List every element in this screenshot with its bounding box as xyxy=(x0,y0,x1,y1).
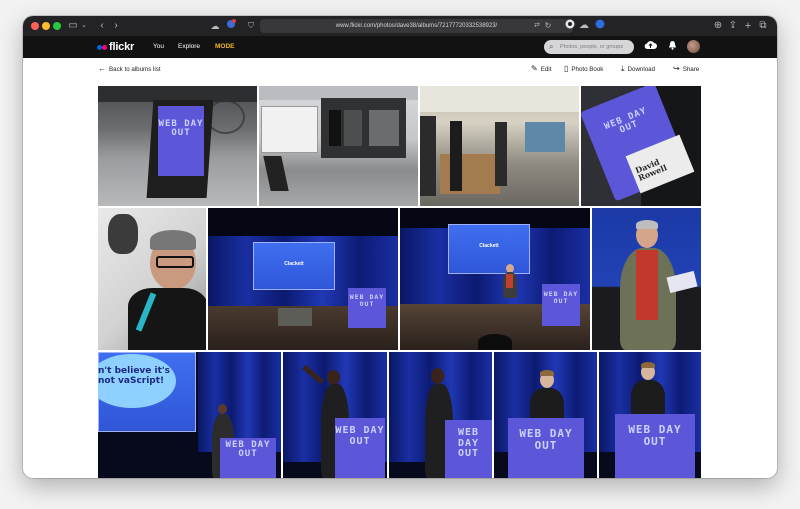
photo-stage-speaker[interactable]: Clackett WEB DAY OUT xyxy=(400,208,590,350)
search-placeholder: Photos, people, or groups xyxy=(560,44,623,50)
forward-arrow-icon[interactable]: › xyxy=(111,19,121,33)
edit-button[interactable]: ✎ Edit xyxy=(531,64,551,75)
reload-icon[interactable]: ↻ xyxy=(543,19,553,33)
extension-icon[interactable] xyxy=(225,19,237,33)
photo-shopfront[interactable] xyxy=(259,86,418,206)
share-arrow-icon: ↪ xyxy=(673,64,680,73)
browser-window: ▭ ⌄ ‹ › ☁ ⛉ www.flickr.com/photos/dave38… xyxy=(23,16,777,478)
back-arrow-icon[interactable]: ‹ xyxy=(97,19,107,33)
pencil-icon: ✎ xyxy=(531,64,538,73)
photo-street-sign[interactable]: WEB DAY OUT xyxy=(98,86,257,206)
sidebar-toggle-icon[interactable]: ▭ xyxy=(67,19,79,33)
download-label: Download xyxy=(627,66,656,73)
lectern-sign-text-2: WEB DAY OUT xyxy=(542,284,580,326)
browser-titlebar: ▭ ⌄ ‹ › ☁ ⛉ www.flickr.com/photos/dave38… xyxy=(23,16,777,36)
nav-link-mode[interactable]: MODE xyxy=(215,41,235,53)
share-sheet-icon[interactable]: ⇪ xyxy=(728,19,738,33)
slide-title: Clackett xyxy=(284,261,304,267)
edit-label: Edit xyxy=(540,66,552,73)
close-window-button[interactable] xyxy=(31,22,39,30)
album-toolbar: ← Back to albums list ✎ Edit ▯ Photo Book ⤓… xyxy=(23,58,777,80)
photo-speaker-lectern[interactable]: WEB DAY OUT xyxy=(494,352,597,478)
nav-link-you[interactable]: You xyxy=(153,41,164,53)
logo-pink-dot xyxy=(102,45,107,50)
notifications-bell-icon[interactable] xyxy=(665,40,679,54)
photo-stage-wide[interactable]: Clackett WEB DAY OUT xyxy=(208,208,398,350)
downloads-icon[interactable]: ⊕ xyxy=(713,19,723,33)
nav-link-explore[interactable]: Explore xyxy=(178,41,200,53)
user-avatar[interactable] xyxy=(687,40,700,53)
logo-text: flickr xyxy=(109,41,135,53)
stage-screen: Clackett xyxy=(253,242,335,290)
lectern-sign-text-5: WEB DAY OUT xyxy=(445,420,492,478)
address-bar[interactable]: www.flickr.com/photos/dave38/albums/7217… xyxy=(260,19,573,33)
extension-badge-icon[interactable] xyxy=(564,19,576,33)
download-button[interactable]: ⤓ Download xyxy=(621,64,655,75)
stage-screen-2: Clackett xyxy=(448,224,530,274)
photo-speaker-gesture[interactable]: WEB DAY OUT xyxy=(283,352,387,478)
lectern-sign-text-4: WEB DAY OUT xyxy=(335,418,385,478)
photo-reception-desk[interactable] xyxy=(420,86,579,206)
translate-icon[interactable]: ⇄ xyxy=(532,19,542,33)
privacy-shield-icon[interactable]: ⛉ xyxy=(246,19,256,33)
photo-book-label: Photo Book xyxy=(571,66,604,73)
photo-speaker-lectern-2[interactable]: WEB DAY OUT xyxy=(599,352,701,478)
back-to-albums-link[interactable]: ← Back to albums list xyxy=(98,64,161,75)
password-icon[interactable] xyxy=(594,19,606,33)
photo-selfie[interactable] xyxy=(98,208,206,350)
photo-speaker-closeup[interactable] xyxy=(592,208,701,350)
chevron-down-icon[interactable]: ⌄ xyxy=(80,19,88,33)
upload-icon[interactable] xyxy=(643,40,657,54)
slide-title-2: Clackett xyxy=(479,243,499,249)
share-button[interactable]: ↪ Share xyxy=(673,64,699,75)
search-icon: ⌕ xyxy=(549,42,554,51)
search-input[interactable]: ⌕ Photos, people, or groups xyxy=(544,40,634,54)
back-arrow-icon: ← xyxy=(98,64,106,73)
lectern-sign-text-3: WEB DAY OUT xyxy=(220,438,276,478)
lectern-sign-text-6: WEB DAY OUT xyxy=(508,418,584,478)
photo-speaker-quote-slide[interactable]: n't believe it's not vaScript! WEB DAY O… xyxy=(98,352,281,478)
back-to-albums-label: Back to albums list xyxy=(109,66,161,73)
photo-lanyard-badge[interactable]: WEB DAY OUT David Rowell xyxy=(581,86,701,206)
photo-speaker-talking[interactable]: WEB DAY OUT xyxy=(389,352,492,478)
book-icon: ▯ xyxy=(564,64,569,73)
lectern-sign-text: WEB DAY OUT xyxy=(348,288,386,328)
minimize-window-button[interactable] xyxy=(42,22,50,30)
cloud-sync-icon[interactable]: ☁ xyxy=(579,19,589,33)
tab-overview-icon[interactable]: ⧉ xyxy=(758,19,768,33)
photo-sign-text: WEB DAY OUT xyxy=(158,106,204,176)
zoom-window-button[interactable] xyxy=(53,22,61,30)
new-tab-icon[interactable]: + xyxy=(743,19,753,33)
photo-book-button[interactable]: ▯ Photo Book xyxy=(564,64,603,75)
address-bar-url: www.flickr.com/photos/dave38/albums/7217… xyxy=(335,23,498,29)
cloud-icon[interactable]: ☁ xyxy=(209,19,221,33)
flickr-navbar: flickr You Explore MODE ⌕ Photos, people… xyxy=(23,36,777,58)
share-label: Share xyxy=(682,66,700,73)
download-icon: ⤓ xyxy=(621,64,625,73)
lectern-sign-text-7: WEB DAY OUT xyxy=(615,414,695,478)
slide-quote-text: n't believe it's not vaScript! xyxy=(98,366,171,387)
